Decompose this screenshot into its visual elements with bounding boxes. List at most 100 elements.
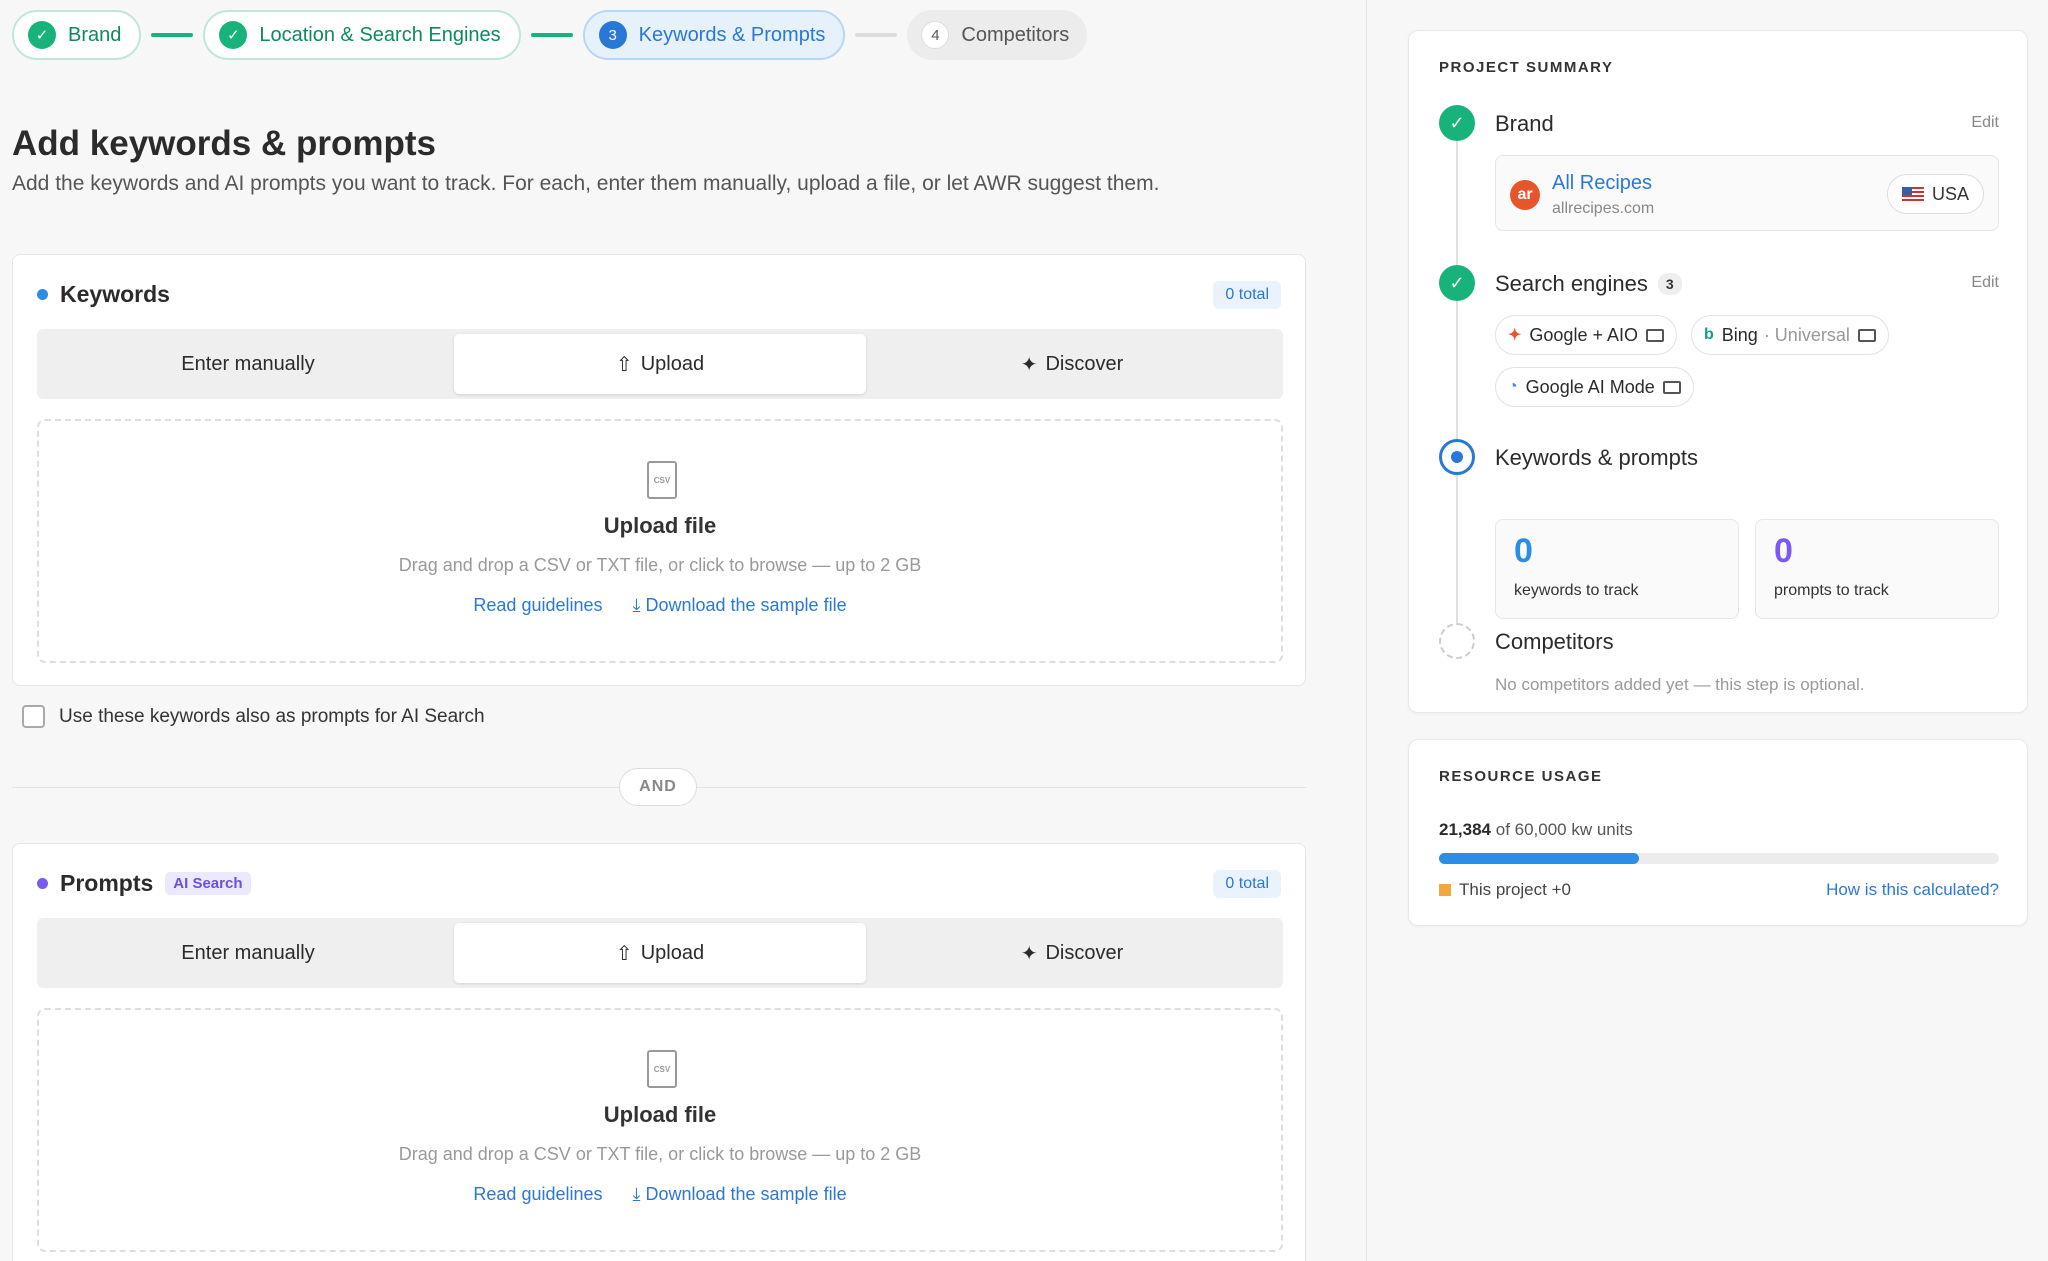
tab-upload[interactable]: ⇧ Upload xyxy=(454,923,866,983)
keywords-count-label: keywords to track xyxy=(1514,582,1639,599)
usage-progress-fill xyxy=(1439,853,1639,864)
step-number: 3 xyxy=(598,21,627,49)
prompts-card: Prompts AI Search 0 total Enter manually… xyxy=(12,843,1306,1261)
download-sample-link[interactable]: ⤓ Download the sample file xyxy=(633,595,847,616)
summary-kp-title: Keywords & prompts xyxy=(1495,445,1698,470)
usage-legend: This project +0 xyxy=(1439,880,1571,900)
step-location[interactable]: ✓ Location & Search Engines xyxy=(203,10,521,60)
tab-label: Upload xyxy=(640,941,705,964)
desktop-icon xyxy=(1645,328,1664,342)
page-subtitle: Add the keywords and AI prompts you want… xyxy=(12,172,1160,195)
engine-name: Google AI Mode xyxy=(1525,376,1655,397)
summary-engines-title: Search engines 3 xyxy=(1495,271,1682,297)
tab-label: Discover xyxy=(1045,352,1124,375)
summary-competitors-title: Competitors xyxy=(1495,629,1614,654)
and-separator: AND xyxy=(619,768,697,806)
download-sample-label: Download the sample file xyxy=(645,595,847,615)
brand-name-link[interactable]: All Recipes xyxy=(1552,172,1652,195)
edit-engines-link[interactable]: Edit xyxy=(1971,274,1999,292)
keywords-dropzone[interactable]: CSV Upload file Drag and drop a CSV or T… xyxy=(37,419,1283,663)
usage-used: 21,384 xyxy=(1439,820,1491,839)
sparkle-icon: ✦ xyxy=(1020,353,1038,376)
download-sample-label: Download the sample file xyxy=(645,1184,847,1204)
csv-file-icon: CSV xyxy=(647,1050,677,1088)
bing-icon: b xyxy=(1704,326,1714,343)
step-label: Location & Search Engines xyxy=(259,23,501,46)
upload-icon: ⇧ xyxy=(615,353,633,376)
prompts-title: Prompts AI Search xyxy=(37,870,251,897)
how-calculated-link[interactable]: How is this calculated? xyxy=(1826,880,1999,900)
step-keywords[interactable]: 3 Keywords & Prompts xyxy=(582,10,846,60)
tab-discover[interactable]: ✦ Discover xyxy=(866,923,1278,983)
edit-brand-link[interactable]: Edit xyxy=(1971,114,1999,132)
desktop-icon xyxy=(1857,328,1876,342)
keywords-count: 0 xyxy=(1514,532,1533,570)
prompts-count: 0 xyxy=(1774,532,1793,570)
dropzone-links: Read guidelines ⤓ Download the sample fi… xyxy=(39,595,1281,616)
brand-card: ar All Recipes allrecipes.com USA xyxy=(1495,155,1999,231)
read-guidelines-link[interactable]: Read guidelines xyxy=(473,595,602,616)
step-label: Competitors xyxy=(961,23,1070,46)
google-ai-mode-icon: ◔ xyxy=(1508,378,1518,395)
project-summary-panel: PROJECT SUMMARY ✓ Brand Edit ar All Reci… xyxy=(1408,30,2028,713)
step-connector xyxy=(530,33,573,37)
step-number: 4 xyxy=(921,21,950,49)
use-as-prompts-option[interactable]: Use these keywords also as prompts for A… xyxy=(22,705,485,728)
engine-chip-google-ai-mode: ◔ Google AI Mode xyxy=(1495,367,1694,407)
tab-enter-manually[interactable]: Enter manually xyxy=(42,923,454,983)
usage-summary: 21,384 of 60,000 kw units xyxy=(1439,820,1633,840)
stepper: ✓ Brand ✓ Location & Search Engines 3 Ke… xyxy=(12,10,1088,60)
step-connector xyxy=(855,33,898,37)
dropzone-hint: Drag and drop a CSV or TXT file, or clic… xyxy=(398,1144,922,1164)
resource-usage-panel: RESOURCE USAGE 21,384 of 60,000 kw units… xyxy=(1408,739,2028,926)
tab-label: Discover xyxy=(1045,941,1124,964)
prompts-input-tabs: Enter manually ⇧ Upload ✦ Discover xyxy=(37,918,1283,988)
dropzone-title: Upload file xyxy=(603,513,717,538)
check-icon: ✓ xyxy=(219,21,248,49)
upload-icon: ⇧ xyxy=(615,942,633,965)
brand-logo: ar xyxy=(1510,180,1540,210)
competitors-note: No competitors added yet — this step is … xyxy=(1495,675,1865,694)
page-title: Add keywords & prompts xyxy=(12,124,436,163)
country-pill: USA xyxy=(1886,174,1984,214)
usage-progress-bar xyxy=(1439,853,1999,864)
keywords-dot xyxy=(37,289,48,300)
engine-chip-bing: b Bing · Universal xyxy=(1691,315,1889,355)
step-label: Keywords & Prompts xyxy=(638,23,826,46)
tab-label: Enter manually xyxy=(181,352,315,375)
prompts-dot xyxy=(37,878,48,889)
use-as-prompts-checkbox[interactable] xyxy=(22,705,45,728)
download-icon: ⤓ xyxy=(632,595,646,615)
download-sample-link[interactable]: ⤓ Download the sample file xyxy=(633,1184,847,1205)
keywords-input-tabs: Enter manually ⇧ Upload ✦ Discover xyxy=(37,329,1283,399)
tab-label: Enter manually xyxy=(181,941,315,964)
google-aio-icon: ✦ xyxy=(1508,327,1522,344)
summary-brand-title: Brand xyxy=(1495,111,1554,136)
step-connector xyxy=(151,33,194,37)
sparkle-icon: ✦ xyxy=(1020,942,1038,965)
use-as-prompts-label: Use these keywords also as prompts for A… xyxy=(59,705,485,727)
engine-variant: · Universal xyxy=(1763,324,1850,345)
prompts-dropzone[interactable]: CSV Upload file Drag and drop a CSV or T… xyxy=(37,1008,1283,1252)
usage-heading: RESOURCE USAGE xyxy=(1439,768,1603,785)
current-step-icon xyxy=(1439,439,1475,475)
read-guidelines-link[interactable]: Read guidelines xyxy=(473,1184,602,1205)
dropzone-hint: Drag and drop a CSV or TXT file, or clic… xyxy=(398,555,922,575)
tab-discover[interactable]: ✦ Discover xyxy=(866,334,1278,394)
step-competitors[interactable]: 4 Competitors xyxy=(907,10,1088,60)
tab-enter-manually[interactable]: Enter manually xyxy=(42,334,454,394)
legend-label: This project +0 xyxy=(1459,880,1571,899)
engines-count-badge: 3 xyxy=(1657,273,1682,295)
engine-chip-google-aio: ✦ Google + AIO xyxy=(1495,315,1677,355)
usage-total: of 60,000 kw units xyxy=(1495,820,1633,839)
tab-upload[interactable]: ⇧ Upload xyxy=(454,334,866,394)
tab-label: Upload xyxy=(640,352,705,375)
step-label: Brand xyxy=(68,23,122,46)
engine-name: Bing xyxy=(1721,324,1758,345)
engine-name: Google + AIO xyxy=(1529,324,1638,345)
brand-url: allrecipes.com xyxy=(1552,200,1655,217)
panel-divider xyxy=(1366,0,1367,1261)
keywords-title-text: Keywords xyxy=(60,281,170,307)
timeline-line xyxy=(1456,141,1458,631)
step-brand[interactable]: ✓ Brand xyxy=(12,10,142,60)
